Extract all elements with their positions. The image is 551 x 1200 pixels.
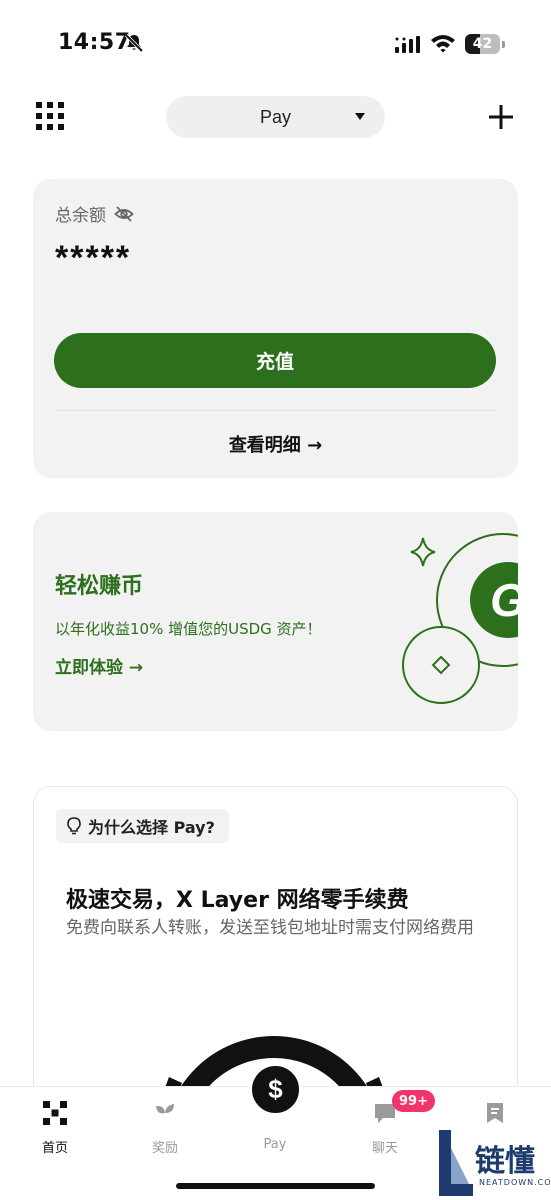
mode-selector[interactable]: Pay (166, 96, 385, 138)
pay-button[interactable]: $ (248, 1062, 303, 1117)
chat-unread-badge: 99+ (392, 1090, 435, 1112)
tab-label: 首页 (41, 1141, 68, 1156)
balance-card: 总余额 ***** 充值 查看明细 → (33, 179, 518, 478)
coin-letter: G (490, 574, 518, 626)
tab-rewards[interactable]: 奖励 (110, 1087, 220, 1167)
balance-value: ***** (55, 239, 132, 277)
home-icon (43, 1101, 67, 1125)
earn-promo-card[interactable]: 轻松赚币 以年化收益10% 增值您的USDG 资产！ 立即体验 → G (33, 512, 518, 731)
coin-illustration-icon: G (402, 533, 518, 704)
wifi-icon (431, 35, 455, 53)
divider (54, 410, 496, 411)
tab-home[interactable]: 首页 (0, 1087, 110, 1167)
grid-menu-icon[interactable] (36, 102, 64, 130)
earn-cta-link[interactable]: 立即体验 → (55, 653, 143, 678)
caret-down-icon (355, 113, 365, 120)
earn-title: 轻松赚币 (55, 574, 144, 599)
dollar-icon: $ (268, 1074, 283, 1104)
lightbulb-icon (67, 817, 81, 835)
mode-selector-label: Pay (259, 106, 292, 127)
watermark-subtext: NEATDOWN.COM (479, 1178, 551, 1187)
recharge-button[interactable]: 充值 (54, 333, 496, 388)
tab-label: Pay (263, 1137, 287, 1152)
battery-icon: 42 (465, 34, 505, 54)
why-title: 极速交易，X Layer 网络零手续费 (66, 888, 409, 913)
cellular-signal-icon (395, 36, 420, 53)
eye-off-icon[interactable] (114, 204, 134, 224)
status-bar: 14:57 42 (0, 0, 551, 90)
balance-label: 总余额 (55, 206, 106, 226)
view-details-link[interactable]: 查看明细 → (33, 431, 518, 457)
bell-off-icon (124, 33, 144, 53)
tab-label: 奖励 (151, 1141, 178, 1156)
watermark-l-icon (439, 1130, 473, 1196)
why-tag: 为什么选择 Pay? (56, 809, 229, 843)
watermark-text: 链懂 (475, 1144, 535, 1179)
why-tag-label: 为什么选择 Pay? (88, 818, 215, 837)
bookmark-icon (487, 1103, 503, 1123)
balance-label-row: 总余额 (55, 201, 134, 226)
earn-subtitle: 以年化收益10% 增值您的USDG 资产！ (55, 620, 322, 638)
why-description: 免费向联系人转账，发送至钱包地址时需支付网络费用 (66, 918, 474, 938)
watermark-logo: 链懂 NEATDOWN.COM (435, 1128, 551, 1198)
status-time: 14:57 (58, 30, 131, 55)
home-indicator[interactable] (176, 1183, 375, 1189)
plus-icon[interactable] (488, 104, 514, 130)
battery-percent: 42 (472, 36, 493, 52)
rewards-icon (156, 1104, 174, 1123)
tab-label: 聊天 (371, 1141, 398, 1156)
